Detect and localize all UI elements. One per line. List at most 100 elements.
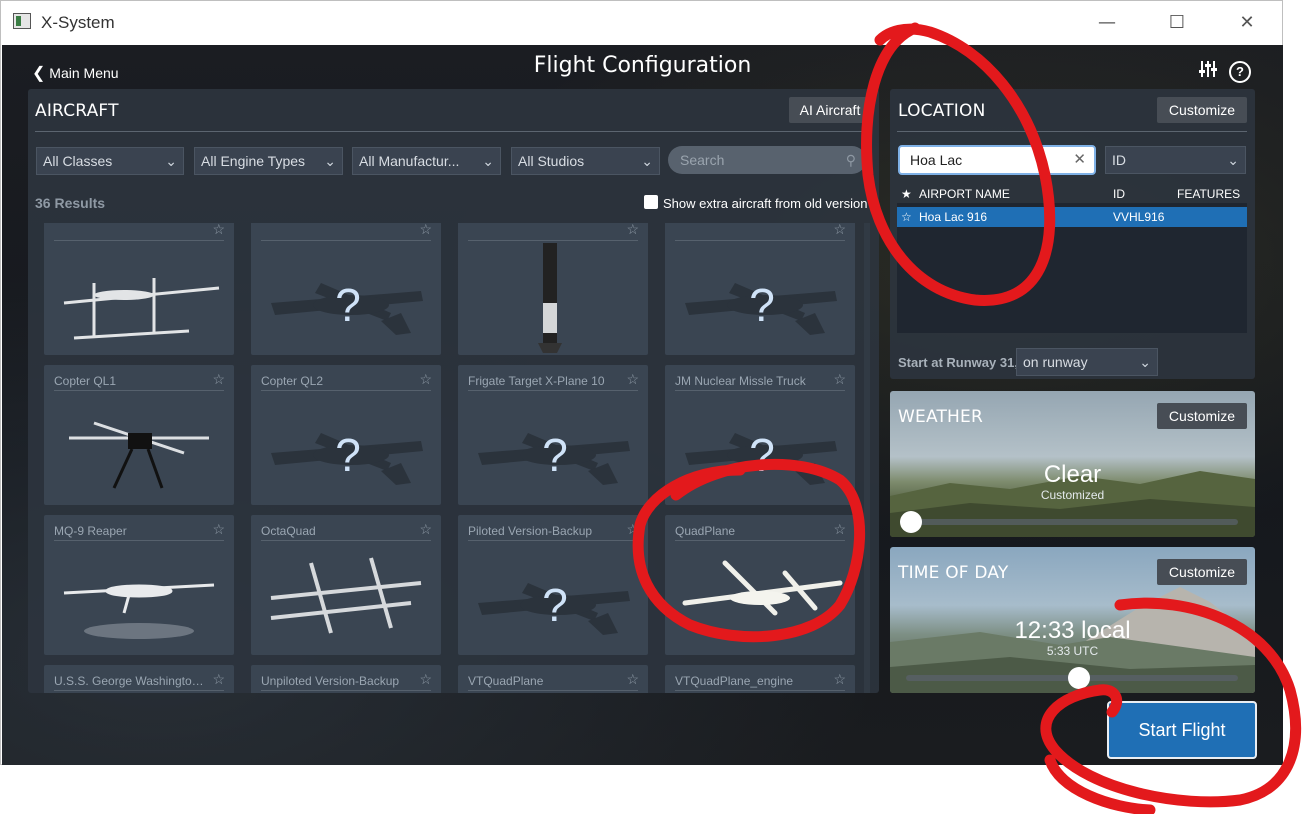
aircraft-card-vtquadplane-engine[interactable]: VTQuadPlane_engine ☆ <box>665 665 855 693</box>
flight-config-screen: ❮ Main Menu Flight Configuration ? AIRCR… <box>2 45 1283 765</box>
aircraft-card-u-s-s-george-washington[interactable]: U.S.S. George Washington (... ☆ <box>44 665 234 693</box>
favorite-star-icon[interactable]: ☆ <box>626 671 639 688</box>
clear-icon[interactable]: ✕ <box>1073 147 1086 173</box>
aircraft-card-vtquadplane[interactable]: VTQuadPlane ☆ <box>458 665 648 693</box>
card-divider <box>261 540 431 541</box>
aircraft-card-copter-ql2[interactable]: Copter QL2 ☆? <box>251 365 441 505</box>
airport-name-header[interactable]: AIRPORT NAME <box>919 187 1010 201</box>
aircraft-card-copter-ql1[interactable]: Copter QL1 ☆ <box>44 365 234 505</box>
rocket-icon <box>538 243 562 353</box>
svg-text:?: ? <box>335 279 361 331</box>
chevron-down-icon: ⌄ <box>1227 152 1239 168</box>
weather-slider[interactable] <box>906 519 1238 525</box>
window-title: X-System <box>41 13 115 32</box>
maximize-button[interactable]: ☐ <box>1157 9 1197 37</box>
favorite-star-icon[interactable]: ☆ <box>212 223 225 238</box>
aircraft-thumbnail: ? <box>665 243 855 355</box>
location-id-dropdown[interactable]: ID ⌄ <box>1105 146 1246 174</box>
card-divider <box>468 390 638 391</box>
runway-dropdown[interactable]: on runway ⌄ <box>1016 348 1158 376</box>
time-value: 12:33 local <box>1014 617 1131 644</box>
aircraft-card-quadplane[interactable]: QuadPlane ☆ <box>665 515 855 655</box>
favorite-star-icon[interactable]: ☆ <box>626 371 639 388</box>
favorite-star-icon[interactable]: ☆ <box>833 371 846 388</box>
location-divider <box>897 131 1247 132</box>
favorite-star-icon[interactable]: ☆ <box>626 223 639 238</box>
time-of-day-panel[interactable]: TIME OF DAY Customize 12:33 local 5:33 U… <box>890 547 1255 693</box>
aircraft-card-jm-nuclear-missle-truck[interactable]: JM Nuclear Missle Truck ☆? <box>665 365 855 505</box>
aircraft-name: QuadPlane <box>675 524 736 538</box>
favorite-star-icon[interactable]: ☆ <box>419 371 432 388</box>
ai-aircraft-button[interactable]: AI Aircraft <box>789 97 871 123</box>
manufacturer-filter-value: All Manufactur... <box>359 153 460 169</box>
id-header[interactable]: ID <box>1113 187 1125 201</box>
time-utc: 5:33 UTC <box>1046 644 1099 658</box>
aircraft-thumbnail <box>44 393 234 505</box>
card-divider <box>675 690 845 691</box>
time-customize-button[interactable]: Customize <box>1157 559 1247 585</box>
aircraft-thumbnail <box>251 543 441 655</box>
engine-filter[interactable]: All Engine Types ⌄ <box>194 147 343 175</box>
aircraft-title: AIRCRAFT <box>35 101 119 121</box>
favorite-star-icon[interactable]: ☆ <box>626 521 639 538</box>
aircraft-name: VTQuadPlane_engine <box>675 674 794 688</box>
favorite-star-icon[interactable]: ☆ <box>212 371 225 388</box>
aircraft-thumbnail <box>44 243 234 355</box>
favorite-star-icon[interactable]: ☆ <box>419 521 432 538</box>
location-search-input[interactable]: Hoa Lac ✕ <box>898 145 1096 175</box>
favorite-star-icon[interactable]: ☆ <box>833 671 846 688</box>
class-filter[interactable]: All Classes ⌄ <box>36 147 184 175</box>
aircraft-card-unpiloted-version-backup[interactable]: Unpiloted Version-Backup ☆ <box>251 665 441 693</box>
airport-id-cell: VVHL916 <box>1113 210 1165 224</box>
weather-slider-knob[interactable] <box>899 511 922 533</box>
location-search-value: Hoa Lac <box>910 152 963 168</box>
chevron-down-icon: ⌄ <box>641 153 653 169</box>
manufacturer-filter[interactable]: All Manufactur... ⌄ <box>352 147 501 175</box>
time-slider-knob[interactable] <box>1067 667 1090 689</box>
aircraft-card-item-4[interactable]: ☆? <box>665 223 855 355</box>
favorite-star-icon[interactable]: ☆ <box>833 521 846 538</box>
close-button[interactable]: ✕ <box>1227 9 1267 37</box>
settings-sliders-icon[interactable] <box>1198 59 1218 84</box>
start-flight-button[interactable]: Start Flight <box>1107 701 1257 759</box>
aircraft-card-frigate-target-x-plane-10[interactable]: Frigate Target X-Plane 10 ☆? <box>458 365 648 505</box>
location-id-value: ID <box>1112 152 1126 168</box>
aircraft-name: Copter QL1 <box>54 374 117 388</box>
title-bar: X-System — ☐ ✕ <box>1 1 1282 45</box>
minimize-button[interactable]: — <box>1087 9 1127 37</box>
aircraft-name: Copter QL2 <box>261 374 324 388</box>
svg-text:?: ? <box>542 579 568 631</box>
card-divider <box>54 390 224 391</box>
runway-value: on runway <box>1023 354 1088 370</box>
aircraft-thumbnail <box>44 543 234 655</box>
features-header[interactable]: FEATURES <box>1177 187 1240 201</box>
extra-aircraft-checkbox[interactable] <box>644 195 658 209</box>
help-icon[interactable]: ? <box>1229 61 1251 83</box>
favorite-star-icon[interactable]: ☆ <box>212 521 225 538</box>
svg-text:?: ? <box>542 429 568 481</box>
card-divider <box>675 390 845 391</box>
aircraft-card-item-2[interactable]: ☆? <box>251 223 441 355</box>
favorite-star-icon[interactable]: ☆ <box>212 671 225 688</box>
location-customize-button[interactable]: Customize <box>1157 97 1247 123</box>
favorite-star-icon[interactable]: ☆ <box>833 223 846 238</box>
aircraft-thumbnail: ? <box>251 393 441 505</box>
unknown-aircraft-icon: ? <box>271 429 423 485</box>
chevron-down-icon: ⌄ <box>1139 354 1151 370</box>
aircraft-card-octaquad[interactable]: OctaQuad ☆ <box>251 515 441 655</box>
weather-panel[interactable]: WEATHER Customize Clear Customized <box>890 391 1255 537</box>
weather-customize-button[interactable]: Customize <box>1157 403 1247 429</box>
airport-name-cell: Hoa Lac 916 <box>919 210 988 224</box>
unknown-aircraft-icon: ? <box>478 429 630 485</box>
favorite-star-icon[interactable]: ☆ <box>419 223 432 238</box>
aircraft-card-item-3[interactable]: ☆ <box>458 223 648 355</box>
favorite-star-icon[interactable]: ☆ <box>901 210 912 224</box>
aircraft-scrollbar[interactable] <box>864 223 870 693</box>
aircraft-card-piloted-version-backup[interactable]: Piloted Version-Backup ☆? <box>458 515 648 655</box>
favorite-star-icon[interactable]: ☆ <box>419 671 432 688</box>
aircraft-thumbnail: ? <box>458 543 648 655</box>
studio-filter[interactable]: All Studios ⌄ <box>511 147 660 175</box>
aircraft-search-input[interactable]: Search ⚲ <box>668 146 866 174</box>
aircraft-card-item-1[interactable]: ☆ <box>44 223 234 355</box>
aircraft-card-mq-9-reaper[interactable]: MQ-9 Reaper ☆ <box>44 515 234 655</box>
